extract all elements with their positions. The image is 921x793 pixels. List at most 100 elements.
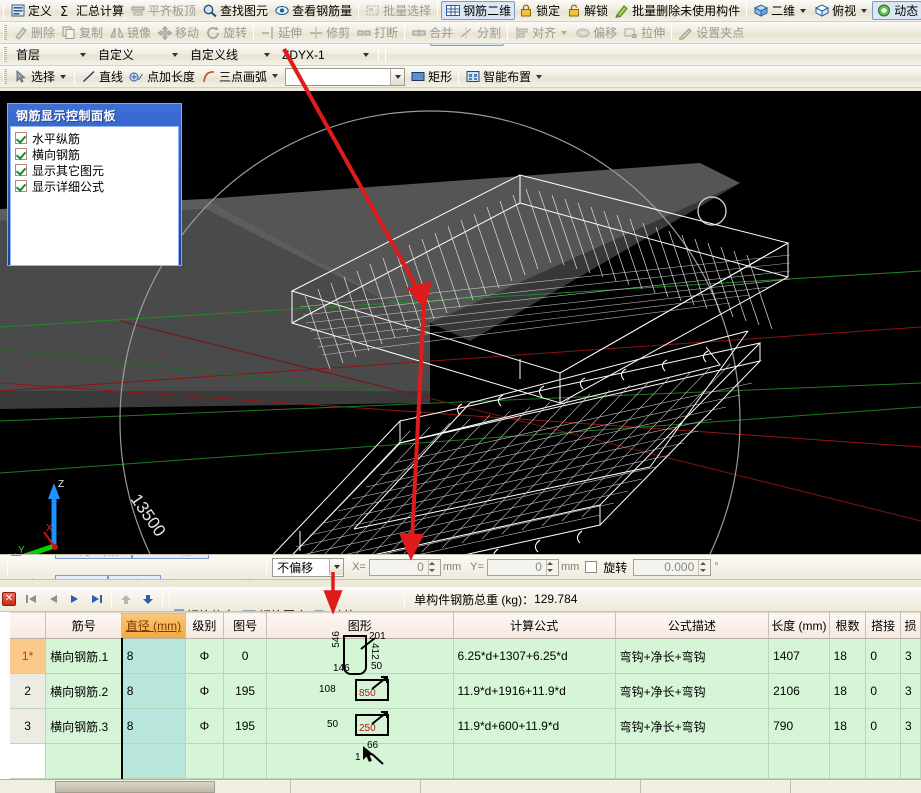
chevron-down-icon[interactable] (260, 47, 274, 63)
snap-tb-e4b8ade782b9[interactable]: 中点 (108, 575, 161, 581)
rebar-display-control-panel[interactable]: 钢筋显示控制面板 水平纵筋横向钢筋显示其它图元显示详细公式 (7, 103, 182, 266)
smart-layout-button[interactable]: 智能布置 (462, 67, 547, 86)
snap-tb-e9a1b6e782b9[interactable]: 顶点 (161, 575, 212, 581)
cell-formula[interactable]: 11.9*d+1916+11.9*d (453, 674, 615, 709)
cell-lap[interactable]: 0 (866, 674, 901, 709)
chevron-down-icon[interactable] (76, 47, 90, 63)
previous-record-button[interactable] (42, 589, 64, 609)
cell-grade[interactable] (185, 744, 224, 779)
rebar-tb-e68f92e585a5[interactable]: 插入 (166, 587, 214, 590)
tb-e68bbee58f96e69e84e4bbb6[interactable]: 拾取构件 (576, 44, 648, 46)
cell-rownum[interactable] (10, 744, 46, 779)
cell-length[interactable]: 790 (769, 709, 830, 744)
snap-tb-e4baa4e782b9[interactable]: 交点 (4, 575, 55, 581)
cell-count[interactable]: 18 (829, 709, 866, 744)
table-header-lap[interactable]: 搭接 (866, 613, 901, 639)
snap-tb-e6ada3e4baa4[interactable]: 正交 (4, 554, 55, 559)
table-row[interactable]: 166 (10, 744, 921, 779)
tb-e69e84e4bbb6e58897e8a1a8[interactable]: 构件列表 (504, 44, 576, 46)
cell-lap[interactable] (866, 744, 901, 779)
chevron-down-icon[interactable] (272, 74, 278, 78)
cell-shape[interactable]: 108850 (266, 674, 453, 709)
type-combo[interactable]: 自定义 (94, 46, 182, 64)
snap-tb-e59d90e6a087[interactable]: 坐标 (212, 575, 263, 581)
tb-e68993e696ad[interactable]: 打断 (353, 23, 401, 42)
x-spinner-buttons[interactable] (428, 560, 440, 575)
chevron-down-icon[interactable] (390, 69, 404, 85)
toolbar-grip[interactable] (3, 25, 7, 41)
snap-tb-e5afb9e8b1a1e68d95e68d89[interactable]: 对象捕捉 (55, 554, 132, 559)
cell-count[interactable]: 18 (829, 674, 866, 709)
tb-e6978be8bdac[interactable]: 旋转 (202, 23, 250, 42)
cell-grade[interactable]: Φ (185, 674, 224, 709)
table-header-diameter[interactable]: 直径 (mm) (122, 613, 185, 639)
tb-e7a7bbe58aa8[interactable]: 移动 (154, 23, 202, 42)
chevron-down-icon[interactable] (359, 47, 373, 63)
cell-diameter[interactable]: 8 (122, 639, 185, 674)
tb-e68b89e4bcb8[interactable]: 拉伸 (620, 23, 668, 42)
toolbar-grip[interactable] (3, 3, 4, 19)
rebar-table[interactable]: 筋号直径 (mm)级别图号图形计算公式公式描述长度 (mm)根数搭接损 1*横向… (10, 612, 921, 779)
checkbox-checked-icon[interactable] (15, 164, 27, 176)
cell-desc[interactable]: 弯钩+净长+弯钩 (615, 674, 768, 709)
chevron-down-icon[interactable] (800, 9, 806, 13)
cell-name[interactable] (46, 744, 122, 779)
tb-e58886e589b2[interactable]: 分割 (456, 23, 504, 42)
table-row[interactable]: 3横向钢筋.38Φ1955025011.9*d+600+11.9*d弯钩+净长+… (10, 709, 921, 744)
cell-formula[interactable]: 11.9*d+600+11.9*d (453, 709, 615, 744)
y-spinner-buttons[interactable] (546, 560, 558, 575)
toolbar-row-main[interactable]: 定义Σ汇总计算平齐板顶查找图元查看钢筋量批量选择钢筋二维锁定解锁批量删除未使用构… (0, 0, 921, 22)
cell-rownum[interactable]: 3 (10, 709, 46, 744)
cell-loss[interactable] (900, 744, 920, 779)
tb-e4ba8ce7bbb4[interactable]: 二维 (750, 1, 811, 20)
y-coordinate-input[interactable]: 0 (487, 559, 559, 576)
rebar-tb-e7bca9e5b0bae9858de7ad8b[interactable]: 缩尺配筋 (262, 587, 334, 590)
cell-lap[interactable]: 0 (866, 709, 901, 744)
chevron-down-icon[interactable] (60, 75, 66, 79)
rotate-spinner-buttons[interactable] (698, 560, 710, 575)
tb-e4b889e782b9e794bbe5bca7[interactable]: 三点画弧 (198, 67, 283, 86)
tb-e992a2e7ad8be4ba8ce7bbb4[interactable]: 钢筋二维 (441, 1, 515, 20)
control-panel-body[interactable]: 水平纵筋横向钢筋显示其它图元显示详细公式 (10, 126, 179, 266)
scrollbar-thumb[interactable] (55, 781, 215, 793)
control-panel-checkbox-row[interactable]: 显示其它图元 (15, 162, 174, 178)
cell-length[interactable]: 1407 (769, 639, 830, 674)
tb-e69fa5e79c8be992a2e7ad8be9878f[interactable]: 查看钢筋量 (271, 1, 355, 20)
tb-e58aa8e68081[interactable]: 动态 (872, 1, 921, 20)
chevron-down-icon[interactable] (861, 9, 867, 13)
cell-formula[interactable]: 6.25*d+1307+6.25*d (453, 639, 615, 674)
tb-e99481e5ae9a[interactable]: 锁定 (515, 1, 563, 20)
toolbar-grip[interactable] (3, 47, 7, 63)
snap-tb-e58aa8e68081e8be93e585a5[interactable]: 12动态输入 (132, 554, 209, 559)
cell-rownum[interactable]: 1* (10, 639, 46, 674)
x-coordinate-input[interactable]: 0 (369, 559, 441, 576)
cell-rownum[interactable]: 2 (10, 674, 46, 709)
cell-figno[interactable]: 195 (224, 674, 267, 709)
tb-e5ae9ae4b989[interactable]: 定义 (7, 1, 55, 20)
chevron-down-icon[interactable] (168, 47, 182, 63)
control-panel-checkbox-row[interactable]: 横向钢筋 (15, 146, 174, 162)
tb-e4bfaee589aa[interactable]: 修剪 (305, 23, 353, 42)
rebar-edit-toolbar[interactable]: ✕ 插入删除缩尺配筋钢筋信息钢筋图库其他关闭 单构件钢筋总重 (kg)： 129… (0, 587, 921, 612)
move-up-button[interactable] (115, 589, 137, 609)
tb-e689b9e9878fe98089e68ba9[interactable]: 批量选择 (362, 1, 434, 20)
tb-e782b9e58aa0e995bfe5baa6[interactable]: 点加长度 (126, 67, 198, 86)
cell-figno[interactable]: 195 (224, 709, 267, 744)
close-icon[interactable]: ✕ (2, 592, 16, 606)
cell-name[interactable]: 横向钢筋.3 (46, 709, 122, 744)
cell-length[interactable] (769, 744, 830, 779)
table-header-length[interactable]: 长度 (mm) (769, 613, 830, 639)
table-body[interactable]: 1*横向钢筋.18Φ0546201412501466.25*d+1307+6.2… (10, 639, 921, 779)
cell-loss[interactable]: 3 (900, 639, 920, 674)
table-header-grade[interactable]: 级别 (185, 613, 224, 639)
cell-diameter[interactable] (122, 744, 185, 779)
cell-grade[interactable]: Φ (185, 639, 224, 674)
cell-lap[interactable]: 0 (866, 639, 901, 674)
cell-shape[interactable]: 50250 (266, 709, 453, 744)
tb-e4bfafe8a786[interactable]: 俯视 (811, 1, 872, 20)
table-header-figno[interactable]: 图号 (224, 613, 267, 639)
rectangle-tool-button[interactable]: 矩形 (407, 67, 455, 86)
next-record-button[interactable] (64, 589, 86, 609)
table-header-formula[interactable]: 计算公式 (453, 613, 615, 639)
cell-name[interactable]: 横向钢筋.2 (46, 674, 122, 709)
